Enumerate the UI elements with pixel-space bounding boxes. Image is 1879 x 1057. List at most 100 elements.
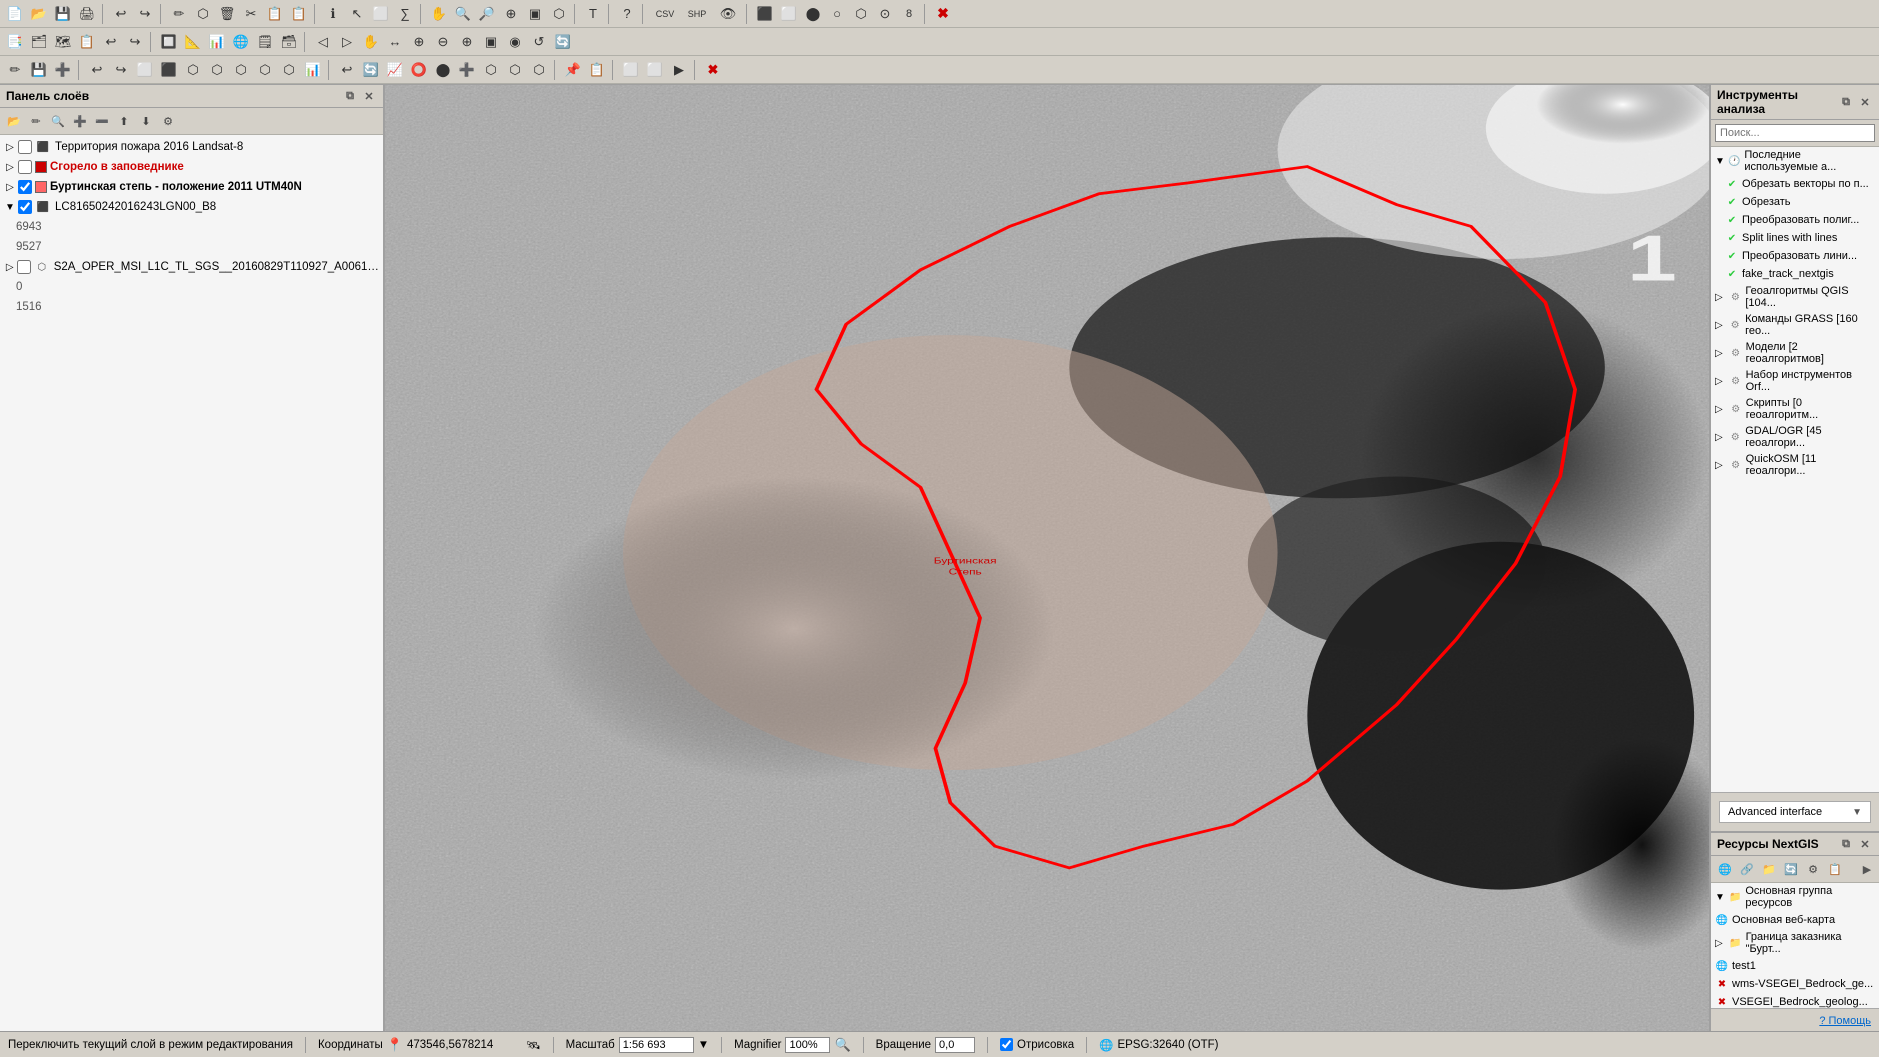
elips-btn[interactable]: ⊙ [874, 3, 896, 25]
layer-visibility-checkbox[interactable] [18, 200, 32, 214]
coordinates-input[interactable] [407, 1039, 522, 1051]
scale-dropdown-arrow[interactable]: ▼ [698, 1039, 709, 1051]
log-btn[interactable]: 📋 [76, 31, 98, 53]
zoom-in-btn[interactable]: 🔍 [452, 3, 474, 25]
layers-panel-float[interactable]: ⧉ [342, 88, 358, 104]
add-vector-btn[interactable]: 📐 [182, 31, 204, 53]
open-project-btn[interactable]: 📂 [28, 3, 50, 25]
tree-item[interactable]: ▷ ⚙ Набор инструментов Orf... [1711, 367, 1879, 395]
zoom-out2-btn[interactable]: ⊖ [432, 31, 454, 53]
cut-btn[interactable]: ✂ [240, 3, 262, 25]
res-tb-btn-3[interactable]: 📁 [1759, 859, 1779, 879]
res-item[interactable]: ✖ VSEGEI_Bedrock_geolog... [1711, 993, 1879, 1008]
layers-panel-close[interactable]: ✕ [361, 88, 377, 104]
tree-arrow[interactable]: ▷ [1715, 432, 1726, 443]
print-btn[interactable]: 🖨 [76, 3, 98, 25]
overview-btn[interactable]: 🗺 [52, 31, 74, 53]
label-btn[interactable]: T [582, 3, 604, 25]
digitize-btn[interactable]: ✏ [168, 3, 190, 25]
identify-btn[interactable]: ℹ [322, 3, 344, 25]
layer-settings-btn[interactable]: ⚙ [158, 111, 178, 131]
expand-arrow[interactable]: ▼ [4, 201, 16, 213]
add-part-btn[interactable]: ➕ [456, 59, 478, 81]
analysis-panel-float[interactable]: ⧉ [1838, 94, 1854, 110]
crs-item[interactable]: 🌐 EPSG:32640 (OTF) [1099, 1038, 1218, 1052]
res-tb-btn-1[interactable]: 🌐 [1715, 859, 1735, 879]
help-btn[interactable]: ? [616, 3, 638, 25]
split-btn[interactable]: ⬡ [230, 59, 252, 81]
layer-visibility-checkbox[interactable] [18, 180, 32, 194]
rect2-btn[interactable]: ⬜ [778, 3, 800, 25]
analysis-search-input[interactable] [1715, 124, 1875, 142]
delete-btn[interactable]: 🗑 [216, 3, 238, 25]
q-btn[interactable]: ▶ [668, 59, 690, 81]
magnifier-input[interactable] [785, 1037, 830, 1053]
expand-arrow[interactable]: ▼ [1715, 892, 1726, 903]
expand-arrow[interactable]: ▷ [4, 161, 16, 173]
edit-toggle-btn[interactable]: ✏ [4, 59, 26, 81]
browser-btn[interactable]: 🗂 [28, 31, 50, 53]
poly-btn[interactable]: ⬡ [850, 3, 872, 25]
node2-btn[interactable]: ↪ [110, 59, 132, 81]
zoom-full2-btn[interactable]: ⊕ [456, 31, 478, 53]
zoom-out-btn[interactable]: 🔎 [476, 3, 498, 25]
pan2-btn[interactable]: ✋ [360, 31, 382, 53]
merge-btn[interactable]: ⬡ [278, 59, 300, 81]
redo-btn[interactable]: ↪ [134, 3, 156, 25]
expand-arrow[interactable]: ▷ [1715, 938, 1727, 949]
tree-item[interactable]: ✔ Split lines with lines [1711, 229, 1879, 247]
rotate-btn[interactable]: ↺ [528, 31, 550, 53]
del-ring-btn[interactable]: ⬡ [480, 59, 502, 81]
tree-item[interactable]: ▷ ⚙ Команды GRASS [160 гео... [1711, 311, 1879, 339]
tree-item[interactable]: ▷ ⚙ Геоалгоритмы QGIS [104... [1711, 283, 1879, 311]
deselect-btn[interactable]: ⬜ [370, 3, 392, 25]
map-area[interactable]: Буртинская Степь 1 [385, 85, 1709, 1031]
res-info-btn[interactable]: 📋 [1825, 859, 1845, 879]
res-item[interactable]: 🌐 Основная веб-карта [1711, 911, 1879, 929]
add-feat-btn[interactable]: ➕ [52, 59, 74, 81]
list-item[interactable]: ▼ ⬛ LC81650242016243LGN00_B8 [0, 197, 383, 217]
layer-panel-btn[interactable]: 📑 [4, 31, 26, 53]
zoom-next-btn[interactable]: ▷ [336, 31, 358, 53]
layer-edit-btn[interactable]: ✏ [26, 111, 46, 131]
add-wms-btn[interactable]: 🌐 [230, 31, 252, 53]
zoom-last-btn[interactable]: ◁ [312, 31, 334, 53]
select-btn[interactable]: ↖ [346, 3, 368, 25]
fill-ring-btn[interactable]: ⬤ [432, 59, 454, 81]
undo2-btn[interactable]: ↩ [100, 31, 122, 53]
zoom-full-btn[interactable]: ⊕ [500, 3, 522, 25]
res-tb-btn-2[interactable]: 🔗 [1737, 859, 1757, 879]
pin-tolerance-btn[interactable]: 📌 [562, 59, 584, 81]
redo2-btn[interactable]: ↪ [124, 31, 146, 53]
offset-curve-btn[interactable]: ⬡ [528, 59, 550, 81]
tree-item[interactable]: ▷ ⚙ GDAL/OGR [45 геоалгори... [1711, 423, 1879, 451]
expand-arrow[interactable]: ▷ [4, 181, 16, 193]
advanced-interface-dropdown[interactable]: Advanced interface ▼ [1719, 801, 1871, 823]
zoom-sel2-btn[interactable]: ◉ [504, 31, 526, 53]
zoom-layer-btn[interactable]: ▣ [524, 3, 546, 25]
save-edit-btn[interactable]: 💾 [28, 59, 50, 81]
field-calc-btn[interactable]: ⬜ [620, 59, 642, 81]
shape-btn[interactable]: SHP [682, 3, 712, 25]
layer-up-btn[interactable]: ⬆ [114, 111, 134, 131]
del-part-btn[interactable]: ⬡ [504, 59, 526, 81]
tree-item[interactable]: ▷ ⚙ Модели [2 геоалгоритмов] [1711, 339, 1879, 367]
zoom-layer2-btn[interactable]: ▣ [480, 31, 502, 53]
close-btn[interactable]: ✖ [702, 59, 724, 81]
ring-btn[interactable]: ⬜ [134, 59, 156, 81]
circle-btn[interactable]: ⬤ [802, 3, 824, 25]
reshape-btn[interactable]: ⬡ [182, 59, 204, 81]
rendering-checkbox[interactable] [1000, 1038, 1013, 1051]
copy-btn[interactable]: 📋 [264, 3, 286, 25]
layer-visibility-checkbox[interactable] [18, 160, 32, 174]
zoom-in2-btn[interactable]: ⊕ [408, 31, 430, 53]
list-item[interactable]: ▷ Сгорело в заповеднике [0, 157, 383, 177]
advanced-dig-btn[interactable]: ↩ [336, 59, 358, 81]
scale-input[interactable] [619, 1037, 694, 1053]
pan-btn[interactable]: ✋ [428, 3, 450, 25]
help-link[interactable]: ? Помощь [1819, 1015, 1871, 1027]
new-project-btn[interactable]: 📄 [4, 3, 26, 25]
rotate-feat-btn[interactable]: 🔄 [360, 59, 382, 81]
tree-item[interactable]: ▷ ⚙ Скрипты [0 геоалгоритм... [1711, 395, 1879, 423]
resources-panel-float[interactable]: ⧉ [1838, 836, 1854, 852]
